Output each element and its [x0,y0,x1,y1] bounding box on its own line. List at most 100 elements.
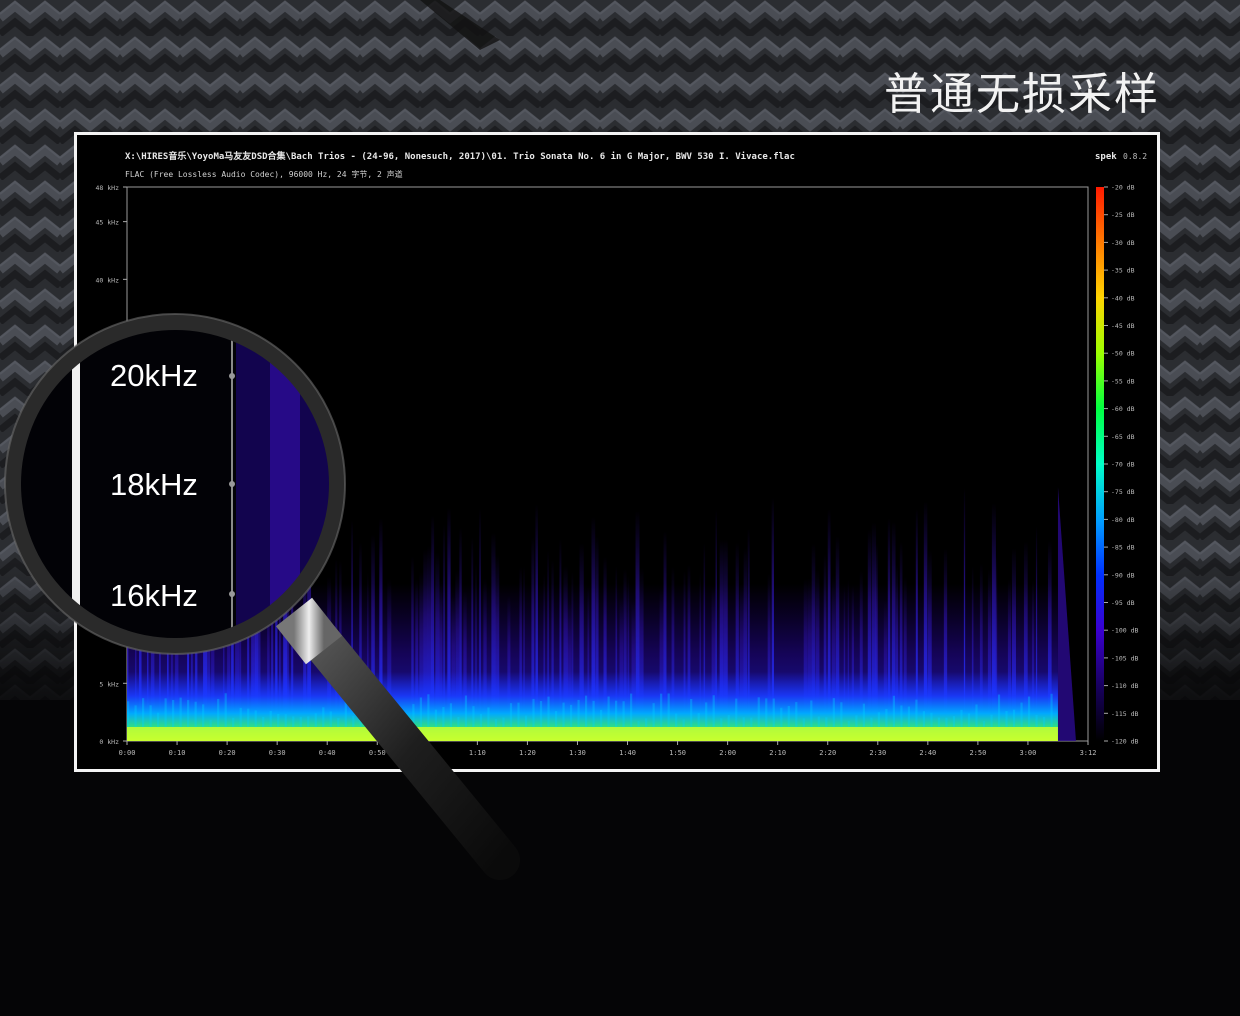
lowband-detail [404,718,407,727]
colorbar-tick-label: -65 dB [1111,433,1135,441]
lowband-detail [172,699,175,727]
x-tick-label: 2:20 [819,749,836,757]
lowband-detail [209,719,212,727]
lowband-detail [434,709,438,727]
lowband-detail [915,699,918,727]
colorbar-tick-label: -60 dB [1111,405,1135,413]
lowband-detail [757,697,760,727]
lowband-detail [660,693,663,727]
y-tick-label: 5 kHz [99,680,119,688]
y-tick-label: 25 kHz [96,449,120,457]
lowband-detail [179,697,182,727]
lowband-detail [187,700,190,727]
lowband-detail [967,713,971,727]
lowband-detail [667,693,670,727]
x-tick-label: 2:50 [969,749,986,757]
lowband-detail [780,707,783,727]
lowband-detail [487,707,490,727]
lowband-detail [164,698,167,727]
colorbar-tick-label: -40 dB [1111,294,1135,302]
x-tick-label: 1:00 [419,749,436,757]
colorbar-tick-label: -120 dB [1111,738,1138,746]
lowband-detail [975,704,978,727]
y-tick-label: 40 kHz [96,276,120,284]
lowband-detail [239,707,242,727]
lowband-detail [817,716,820,727]
lowband-detail [232,717,235,727]
lowband-detail [224,693,227,727]
x-tick-label: 1:50 [669,749,686,757]
lowband-detail [389,711,392,727]
lowband-detail [847,720,850,727]
lowband-detail [930,712,933,727]
y-tick-label: 15 kHz [96,565,120,573]
lowband-detail [907,706,911,727]
lowband-detail [547,696,550,727]
colorbar-tick-label: -70 dB [1111,461,1135,469]
x-tick-label: 0:00 [119,749,136,757]
lowband-detail [1020,702,1023,727]
lowband-detail [855,715,858,727]
x-tick-label: 1:20 [519,749,536,757]
x-tick-label: 2:10 [769,749,786,757]
lowband-detail [457,716,460,727]
lowband-detail [149,705,152,727]
lowband-detail [945,717,948,727]
app-version-text: 0.8.2 [1123,152,1147,161]
x-tick-label: 3:12 [1080,749,1097,757]
y-tick-label: 45 kHz [96,219,120,227]
lowband-detail [217,698,220,727]
x-tick-label: 2:40 [919,749,936,757]
y-tick-label: 48 kHz [96,184,120,192]
lowband-detail [397,706,400,727]
x-tick-label: 0:50 [369,749,386,757]
lowband-detail [427,694,430,727]
spectrogram-chart: X:\HIRES音乐\YoyoMa马友友DSD合集\Bach Trios - (… [96,150,1148,757]
lowband-detail [652,703,655,727]
lowband-detail [690,698,693,727]
x-tick-label: 0:10 [169,749,186,757]
lowband-detail [787,706,790,727]
lowband-detail [194,701,197,727]
colorbar-axis: -20 dB -25 dB -30 dB -35 dB -40 dB -45 dB -50 … [1104,184,1138,746]
lowband-detail [832,698,835,727]
app-name-text: spek [1095,152,1117,162]
lowband-detail [982,720,986,727]
lowband-detail [352,716,355,727]
lowband-detail [712,695,715,727]
lowband-detail [562,702,565,727]
lowband-detail [1042,716,1046,727]
lowband-detail [1035,714,1038,727]
lowband-detail [157,712,160,727]
lowband-detail [269,710,272,727]
colorbar-tick-label: -35 dB [1111,267,1135,275]
lowband-detail [284,714,287,727]
lowband-detail [569,704,573,727]
colorbar-tick-label: -100 dB [1111,627,1138,635]
lowband-detail [607,696,610,727]
lowband-detail [314,713,317,727]
colorbar-tick-label: -20 dB [1111,184,1135,192]
lowband-detail [682,719,685,727]
lowband-detail [697,713,700,727]
lowband-detail [277,713,280,727]
lowband-detail [202,704,205,727]
lowband-detail [584,695,588,727]
colorbar [1096,187,1104,741]
lowband-detail [329,711,332,727]
bass-band [127,727,1058,741]
lowband-detail [765,698,768,727]
lowband-detail [337,718,340,727]
lowband-detail [675,713,678,727]
lowband-detail [637,720,640,727]
x-tick-label: 0:20 [219,749,236,757]
lowband-detail [494,719,498,727]
colorbar-tick-label: -115 dB [1111,710,1138,718]
y-tick-label: 0 kHz [99,738,119,746]
colorbar-tick-label: -30 dB [1111,239,1135,247]
lowband-detail [802,718,805,727]
lowband-detail [937,717,941,727]
colorbar-tick-label: -105 dB [1111,654,1138,662]
y-tick-label: 10 kHz [96,623,120,631]
frequency-axis: 48 kHz 45 kHz 40 kHz 35 kHz 30 kHz 25 kHz 20 k… [96,184,127,746]
